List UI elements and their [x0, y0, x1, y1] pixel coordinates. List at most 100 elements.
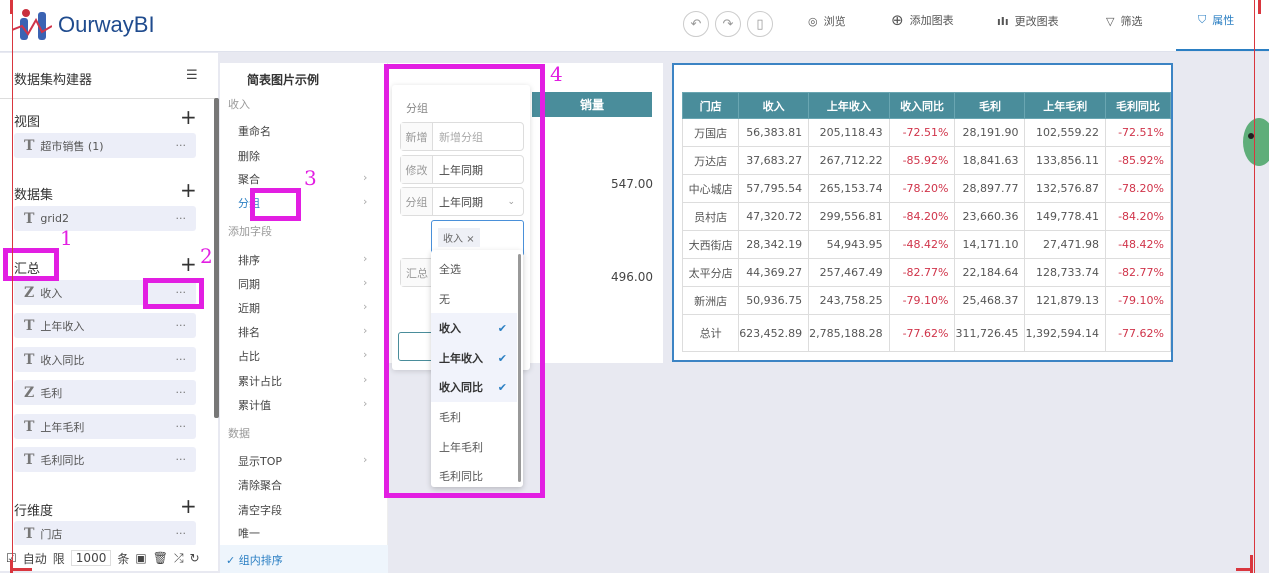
bar-chart-icon: ıIı: [997, 14, 1009, 28]
field-item[interactable]: Tgrid2 ···: [14, 206, 196, 231]
chevron-right-icon: ›: [363, 453, 368, 466]
column-header[interactable]: 收入同比: [888, 92, 956, 119]
column-header[interactable]: 上年毛利: [1024, 92, 1106, 119]
menu-item[interactable]: 清除聚合: [238, 477, 282, 493]
annotation-number: 4: [550, 62, 563, 86]
refresh-icon[interactable]: ↻: [190, 551, 200, 565]
filter-button[interactable]: ▽ 筛选: [1106, 13, 1142, 29]
menu-item[interactable]: 排序: [238, 252, 260, 268]
more-icon[interactable]: ···: [176, 527, 187, 540]
bottom-toolbar: ☑自动 限 1000 条 ▣🗑⤮↻: [0, 545, 218, 571]
table-cell: 14,171.10: [954, 230, 1026, 259]
more-icon[interactable]: ···: [176, 353, 187, 366]
guide-line: [1254, 0, 1255, 573]
type-icon: T: [24, 525, 35, 542]
more-icon[interactable]: ···: [176, 386, 187, 399]
menu-item-delete[interactable]: 删除: [238, 148, 260, 164]
table-cell: 47,320.72: [738, 202, 810, 231]
field-item[interactable]: T 收入同比 ···: [14, 347, 196, 372]
more-icon[interactable]: ···: [176, 139, 187, 152]
menu-item-sort-in-group[interactable]: ✓ 组内排序: [220, 545, 388, 573]
column-header[interactable]: 门店: [681, 92, 740, 119]
more-icon[interactable]: ···: [176, 453, 187, 466]
table-cell: -72.51%: [1104, 118, 1172, 147]
more-icon[interactable]: ···: [176, 420, 187, 433]
add-row-dimension-button[interactable]: +: [180, 496, 197, 516]
redo-button[interactable]: ↷: [715, 11, 741, 37]
table-cell: 44,369.27: [738, 258, 810, 287]
tool-label: 属性: [1212, 14, 1235, 27]
field-item[interactable]: T 上年毛利 ···: [14, 414, 196, 439]
table-cell: 大西街店: [681, 230, 740, 259]
column-header: 销量: [532, 92, 652, 117]
menu-item[interactable]: 累计占比: [238, 373, 282, 389]
field-item[interactable]: Z 毛利 ···: [14, 380, 196, 405]
table-cell: 员村店: [681, 202, 740, 231]
field-item[interactable]: T 门店 ···: [14, 521, 196, 546]
field-item[interactable]: T 超市销售 (1) ···: [14, 133, 196, 158]
table-cell: 50,936.75: [738, 286, 810, 315]
annotation-box-2: [143, 278, 204, 309]
add-view-button[interactable]: +: [180, 107, 197, 127]
table-cell: 299,556.81: [808, 202, 890, 231]
table-cell: 万达店: [681, 146, 740, 175]
code-icon[interactable]: ▣: [135, 551, 146, 565]
top-header: OurwayBI ↶ ↷ ▯ ◎ 浏览 ⊕ 添加图表 ıIı 更改图表 ▽ 筛选 ⛉ 属性: [0, 0, 1269, 52]
table-cell: -85.92%: [1104, 146, 1172, 175]
corner-marker: [10, 0, 13, 14]
preview-button[interactable]: ◎ 浏览: [808, 13, 846, 29]
table-cell: 133,856.11: [1024, 146, 1106, 175]
shuffle-icon[interactable]: ⤮: [174, 551, 184, 566]
menu-item[interactable]: 唯一: [238, 525, 260, 541]
table-cell: -77.62%: [888, 314, 956, 352]
menu-item[interactable]: 同期: [238, 276, 260, 292]
left-panel-scrollbar[interactable]: [214, 98, 219, 418]
add-dataset-button[interactable]: +: [180, 180, 197, 200]
table-chart[interactable]: 门店 收入 上年收入 收入同比 毛利 上年毛利 毛利同比 万国店 56,383.81 205,11…: [672, 63, 1173, 362]
field-item[interactable]: T 毛利同比 ···: [14, 447, 196, 472]
table-cell: 总计: [681, 314, 740, 352]
menu-item-aggregate[interactable]: 聚合: [238, 171, 260, 187]
type-icon: T: [24, 351, 35, 368]
table-cell: 27,471.98: [1024, 230, 1106, 259]
menu-header: 收入: [228, 98, 250, 111]
add-summary-button[interactable]: +: [180, 254, 197, 274]
tool-label: 筛选: [1120, 15, 1143, 28]
menu-item[interactable]: 近期: [238, 300, 260, 316]
trash-icon[interactable]: 🗑: [153, 551, 168, 565]
menu-item[interactable]: 显示TOP: [238, 453, 282, 469]
column-header[interactable]: 毛利: [954, 92, 1026, 119]
table-cell: 1,392,594.14: [1024, 314, 1106, 352]
column-header[interactable]: 毛利同比: [1104, 92, 1172, 119]
table-cell: -48.42%: [1104, 230, 1172, 259]
table-cell: -72.51%: [888, 118, 956, 147]
more-icon[interactable]: ···: [176, 319, 187, 332]
menu-item[interactable]: 排名: [238, 324, 260, 340]
limit-input[interactable]: 1000: [70, 550, 112, 566]
field-item[interactable]: T 上年收入 ···: [14, 313, 196, 338]
menu-item[interactable]: 清空字段: [238, 502, 282, 518]
mobile-preview-button[interactable]: ▯: [747, 11, 773, 37]
undo-button[interactable]: ↶: [683, 11, 709, 37]
collapse-menu-icon[interactable]: ☰: [186, 68, 198, 83]
menu-item-rename[interactable]: 重命名: [238, 123, 271, 139]
menu-item[interactable]: 占比: [238, 348, 260, 364]
column-header[interactable]: 上年收入: [808, 92, 890, 119]
change-chart-button[interactable]: ıIı 更改图表: [997, 13, 1059, 29]
table-cell: -84.20%: [1104, 202, 1172, 231]
annotation-number: 3: [304, 166, 317, 190]
table-cell: 新洲店: [681, 286, 740, 315]
add-chart-button[interactable]: ⊕ 添加图表: [891, 11, 954, 29]
properties-tab[interactable]: ⛉ 属性: [1198, 12, 1234, 28]
more-icon[interactable]: ···: [176, 212, 187, 225]
shirt-icon: ⛉: [1198, 13, 1207, 26]
menu-item[interactable]: 累计值: [238, 397, 271, 413]
tool-label: 浏览: [823, 15, 846, 28]
logo-icon: [12, 9, 52, 40]
corner-marker: [10, 568, 32, 571]
table-cell: 28,342.19: [738, 230, 810, 259]
mascot-icon: [1243, 118, 1269, 166]
type-icon: T: [24, 210, 35, 227]
column-header[interactable]: 收入: [738, 92, 810, 119]
chevron-right-icon: ›: [363, 171, 368, 184]
